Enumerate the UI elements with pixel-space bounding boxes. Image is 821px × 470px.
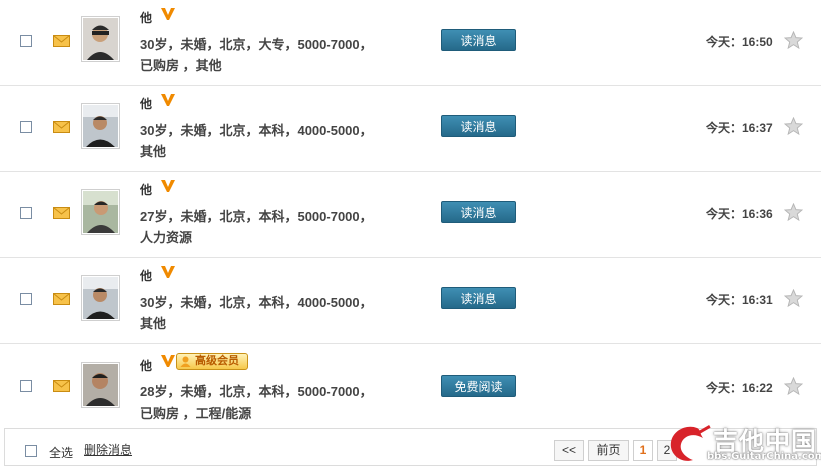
message-time: 今天：16:37 (706, 121, 773, 135)
row-checkbox[interactable] (20, 207, 32, 219)
profile-details: 27岁，未婚，北京，本科，5000-7000， (140, 209, 373, 224)
vip-v-icon (161, 8, 175, 20)
premium-member-label: 高级会员 (195, 355, 239, 367)
message-time: 今天：16:36 (706, 207, 773, 221)
profile-details-extra: 其他 (140, 144, 167, 159)
envelope-icon (53, 121, 70, 133)
page-1-button[interactable]: 1 (633, 440, 653, 461)
profile-details-extra: 其他 (140, 316, 167, 331)
profile-details: 28岁，未婚，北京，本科，5000-7000， (140, 384, 373, 399)
vip-v-icon (161, 180, 175, 192)
avatar[interactable] (81, 189, 120, 235)
message-row: 他 30岁，未婚，北京，大专，5000-7000， 已购房 ，其他 读消息 今天… (0, 0, 821, 86)
row-checkbox[interactable] (20, 380, 32, 392)
site-watermark: 吉他中国 bbs.GuitarChina.com (665, 420, 821, 470)
profile-details-extra: 已购房 ，工程/能源 (140, 406, 252, 421)
read-message-button[interactable]: 读消息 (441, 29, 516, 51)
delete-messages-link[interactable]: 删除消息 (84, 441, 132, 458)
star-icon[interactable] (784, 289, 803, 307)
watermark-url: bbs.GuitarChina.com (707, 451, 821, 462)
message-row: 他 30岁，未婚，北京，本科，4000-5000， 其他 读消息 今天：16:3… (0, 258, 821, 344)
star-icon[interactable] (784, 117, 803, 135)
profile-details: 30岁，未婚，北京，本科，4000-5000， (140, 123, 373, 138)
select-all-label[interactable]: 全选 (49, 444, 73, 461)
avatar[interactable] (81, 103, 120, 149)
first-page-button[interactable]: << (554, 440, 584, 461)
vip-v-icon (161, 94, 175, 106)
message-row: 他 高级会员 28岁，未婚，北京，本科，5000-7000， 已购房 ，工程/能… (0, 344, 821, 428)
row-checkbox[interactable] (20, 293, 32, 305)
profile-details-extra: 已购房 ，其他 (140, 58, 222, 73)
profile-details: 30岁，未婚，北京，大专，5000-7000， (140, 37, 373, 52)
message-row: 他 30岁，未婚，北京，本科，4000-5000， 其他 读消息 今天：16:3… (0, 86, 821, 172)
premium-member-badge: 高级会员 (176, 353, 248, 370)
envelope-icon (53, 293, 70, 305)
prev-page-button[interactable]: 前页 (588, 440, 629, 461)
star-icon[interactable] (784, 377, 803, 395)
read-message-button[interactable]: 读消息 (441, 287, 516, 309)
avatar[interactable] (81, 16, 120, 62)
envelope-icon (53, 35, 70, 47)
read-message-button[interactable]: 读消息 (441, 201, 516, 223)
profile-details: 30岁，未婚，北京，本科，4000-5000， (140, 295, 373, 310)
star-icon[interactable] (784, 203, 803, 221)
row-checkbox[interactable] (20, 121, 32, 133)
member-icon (180, 356, 191, 367)
row-checkbox[interactable] (20, 35, 32, 47)
user-name[interactable]: 他 (140, 95, 152, 112)
message-time: 今天：16:50 (706, 35, 773, 49)
vip-v-icon (161, 266, 175, 278)
user-name[interactable]: 他 (140, 267, 152, 284)
vip-v-icon (161, 355, 175, 367)
user-name[interactable]: 他 (140, 181, 152, 198)
envelope-icon (53, 207, 70, 219)
avatar[interactable] (81, 275, 120, 321)
message-row: 他 27岁，未婚，北京，本科，5000-7000， 人力资源 读消息 今天：16… (0, 172, 821, 258)
profile-details-extra: 人力资源 (140, 230, 193, 245)
message-time: 今天：16:22 (706, 381, 773, 395)
message-time: 今天：16:31 (706, 293, 773, 307)
avatar[interactable] (81, 362, 120, 408)
free-read-button[interactable]: 免费阅读 (441, 375, 516, 397)
star-icon[interactable] (784, 31, 803, 49)
user-name[interactable]: 他 (140, 357, 152, 374)
user-name[interactable]: 他 (140, 9, 152, 26)
envelope-icon (53, 380, 70, 392)
select-all-checkbox[interactable] (25, 445, 37, 457)
read-message-button[interactable]: 读消息 (441, 115, 516, 137)
